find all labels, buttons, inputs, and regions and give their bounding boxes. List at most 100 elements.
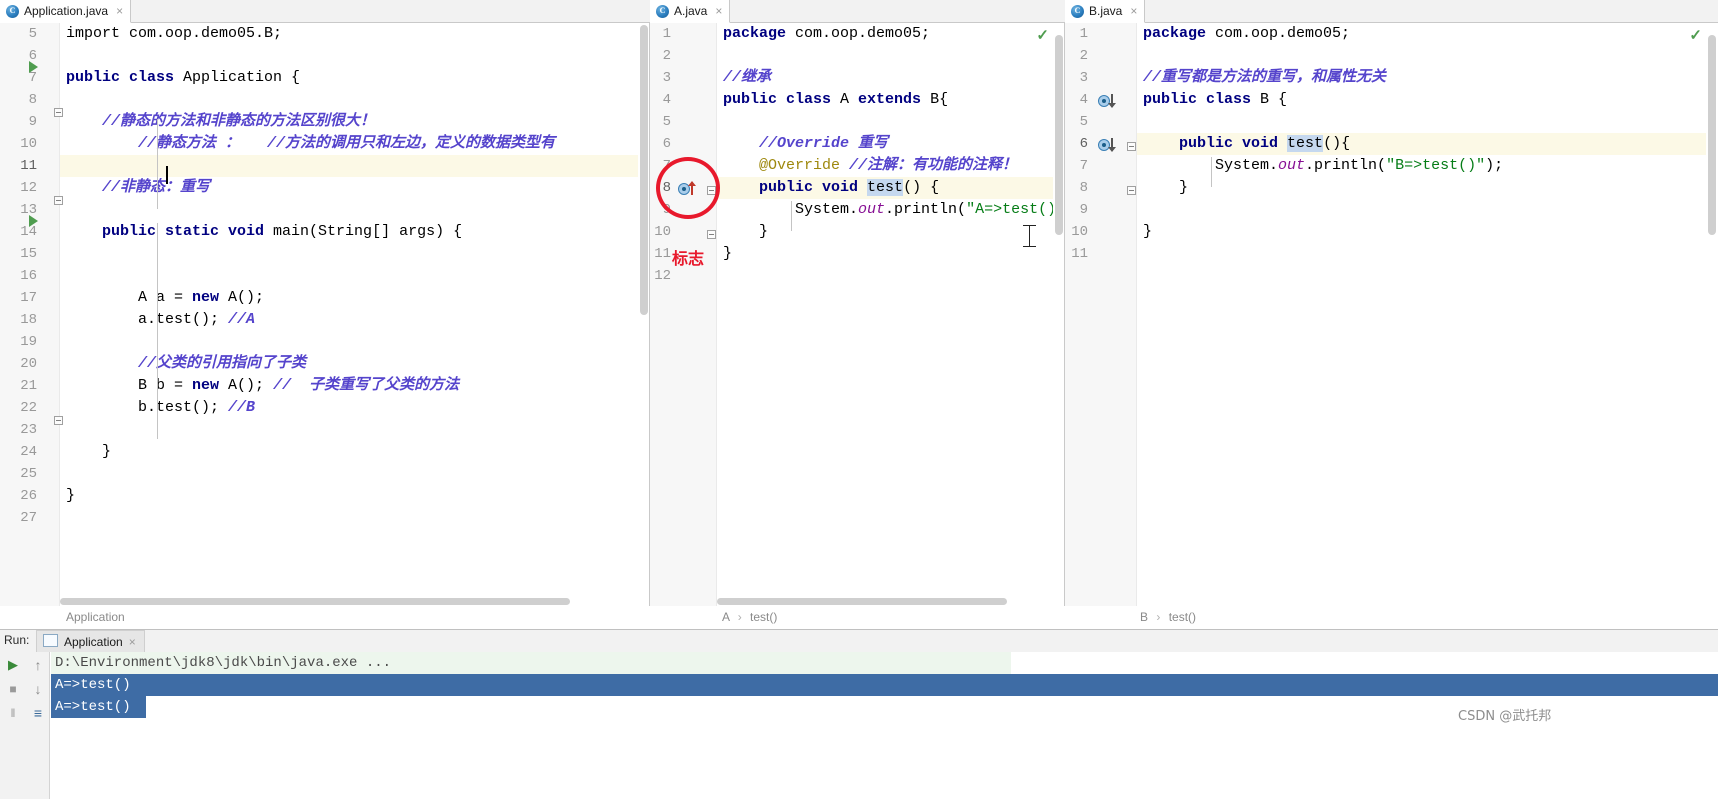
scroll-down-button[interactable]: ↓ [26, 678, 50, 700]
code-area-a[interactable]: package com.oop.demo05; //继承 public clas… [717, 23, 1053, 606]
rerun-button[interactable]: ▶ [1, 654, 25, 676]
horizontal-scrollbar-middle[interactable] [717, 596, 1053, 606]
code-token: package [723, 25, 796, 42]
code-line: public class Application { [60, 67, 638, 89]
overridden-gutter-icon[interactable] [1098, 137, 1120, 153]
code-token: "B=>test()" [1386, 157, 1486, 174]
line-number: 12 [20, 180, 37, 196]
line-number: 8 [28, 92, 37, 108]
code-line: public static void main(String[] args) { [60, 221, 638, 243]
code-token: A(); [228, 377, 274, 394]
scroll-thumb[interactable] [1708, 35, 1716, 235]
code-line: //重写都是方法的重写，和属性无关 [1137, 67, 1706, 89]
line-number: 9 [662, 202, 671, 218]
close-icon[interactable]: × [129, 635, 136, 649]
fold-marker-icon[interactable] [1127, 186, 1136, 195]
scroll-thumb[interactable] [1055, 35, 1063, 235]
close-icon[interactable]: × [116, 4, 123, 18]
breadcrumb-right[interactable]: B › test() [1140, 607, 1196, 627]
breadcrumb-part[interactable]: B [1140, 610, 1148, 624]
annotation-label: 标志 [672, 249, 705, 268]
code-token: main(String[] args) { [273, 223, 463, 240]
fold-marker-icon[interactable] [1127, 142, 1136, 151]
line-number: 5 [1079, 114, 1088, 130]
editor-pane-a[interactable]: 1 2 3 4 5 6 7 8 9 10 11 12 package com.o… [650, 23, 1065, 606]
code-token: //静态的方法和非静态的方法区别很大！ [66, 113, 376, 130]
code-token: out [858, 201, 886, 218]
horizontal-scrollbar-left[interactable] [60, 596, 638, 606]
breadcrumb-part[interactable]: test() [750, 610, 777, 624]
code-line: //父类的引用指向了子类 [60, 353, 638, 375]
gutter-left[interactable]: 5 6 7 8 9 10 11 12 13 14 15 16 17 18 19 … [0, 23, 63, 606]
breadcrumb-middle[interactable]: A › test() [722, 607, 777, 627]
close-icon[interactable]: × [715, 4, 722, 18]
gutter-middle[interactable]: 1 2 3 4 5 6 7 8 9 10 11 12 [650, 23, 717, 606]
editor-pane-application[interactable]: 5 6 7 8 9 10 11 12 13 14 15 16 17 18 19 … [0, 23, 650, 606]
pause-button[interactable]: ‖ [1, 702, 25, 724]
run-tab-label: Application [64, 634, 123, 649]
code-token: @Override [723, 157, 850, 174]
run-gutter-icon[interactable] [29, 61, 38, 73]
code-line: } [1137, 177, 1706, 199]
breadcrumb-part[interactable]: Application [66, 610, 125, 624]
code-token: import com.oop.demo05.B; [66, 25, 283, 42]
vertical-scrollbar-right[interactable] [1706, 35, 1718, 606]
line-numbers-left: 5 6 7 8 9 10 11 12 13 14 15 16 17 18 19 … [0, 23, 59, 606]
run-gutter-icon[interactable] [29, 215, 38, 227]
code-token-selected: test [867, 179, 904, 196]
code-token: "A=>test()" [966, 201, 1053, 218]
console-line: A=>test() [51, 674, 1718, 696]
line-number: 2 [1079, 48, 1088, 64]
code-line: import com.oop.demo05.B; [60, 23, 638, 45]
code-token: public static void [102, 223, 274, 240]
scroll-up-button[interactable]: ↑ [26, 654, 50, 676]
scroll-thumb[interactable] [717, 598, 1007, 605]
breadcrumb-left[interactable]: Application [66, 607, 125, 627]
editor-pane-b[interactable]: 1 2 3 4 5 6 7 8 9 10 11 package com.oop.… [1065, 23, 1718, 606]
close-icon[interactable]: × [1130, 4, 1137, 18]
code-area-application[interactable]: import com.oop.demo05.B; public class Ap… [60, 23, 638, 606]
code-token: A [840, 91, 859, 108]
console-output[interactable]: D:\Environment\jdk8\jdk\bin\java.exe ...… [51, 652, 1718, 799]
inspection-ok-icon[interactable]: ✓ [1689, 26, 1702, 44]
implemented-gutter-icon[interactable] [1098, 93, 1120, 109]
text-caret [166, 166, 168, 184]
run-window-body: ▶ ■ ‖ ↑ ↓ ≡ D:\Environment\jdk8\jdk\bin\… [0, 652, 1718, 799]
line-number: 10 [20, 136, 37, 152]
inspection-ok-icon[interactable]: ✓ [1036, 26, 1049, 44]
soft-wrap-button[interactable]: ≡ [26, 702, 50, 724]
code-line: //继承 [717, 67, 1053, 89]
editor-tab-a[interactable]: C A.java × [650, 0, 731, 23]
fold-marker-icon[interactable] [707, 186, 716, 195]
code-line: public class B { [1137, 89, 1706, 111]
run-tab-application[interactable]: Application × [36, 630, 145, 652]
stop-button[interactable]: ■ [1, 678, 25, 700]
gutter-right[interactable]: 1 2 3 4 5 6 7 8 9 10 11 [1065, 23, 1137, 606]
code-area-b[interactable]: package com.oop.demo05; //重写都是方法的重写，和属性无… [1137, 23, 1706, 606]
fold-marker-icon[interactable] [707, 230, 716, 239]
line-number: 1 [662, 26, 671, 42]
breadcrumb-part[interactable]: A [722, 610, 729, 624]
code-token: extends [858, 91, 931, 108]
line-number: 17 [20, 290, 37, 306]
scroll-thumb[interactable] [60, 598, 570, 605]
code-line: b.test(); //B [60, 397, 638, 419]
tabstrip-middle: C A.java × [650, 0, 1065, 23]
scroll-thumb[interactable] [640, 25, 648, 315]
code-line-current [60, 155, 638, 177]
i-beam-top [1023, 225, 1036, 226]
editor-tab-b[interactable]: C B.java × [1065, 0, 1146, 23]
breadcrumb-part[interactable]: test() [1169, 610, 1196, 624]
code-line: public class A extends B{ [717, 89, 1053, 111]
code-line: //静态的方法和非静态的方法区别很大！ [60, 111, 638, 133]
editor-tab-application[interactable]: C Application.java × [0, 0, 132, 23]
code-token: ); [1485, 157, 1504, 174]
override-gutter-icon[interactable] [678, 181, 700, 197]
code-line: //静态方法 ： //方法的调用只和左边，定义的数据类型有 [60, 133, 638, 155]
code-token: // 子类重写了父类的方法 [273, 377, 460, 394]
